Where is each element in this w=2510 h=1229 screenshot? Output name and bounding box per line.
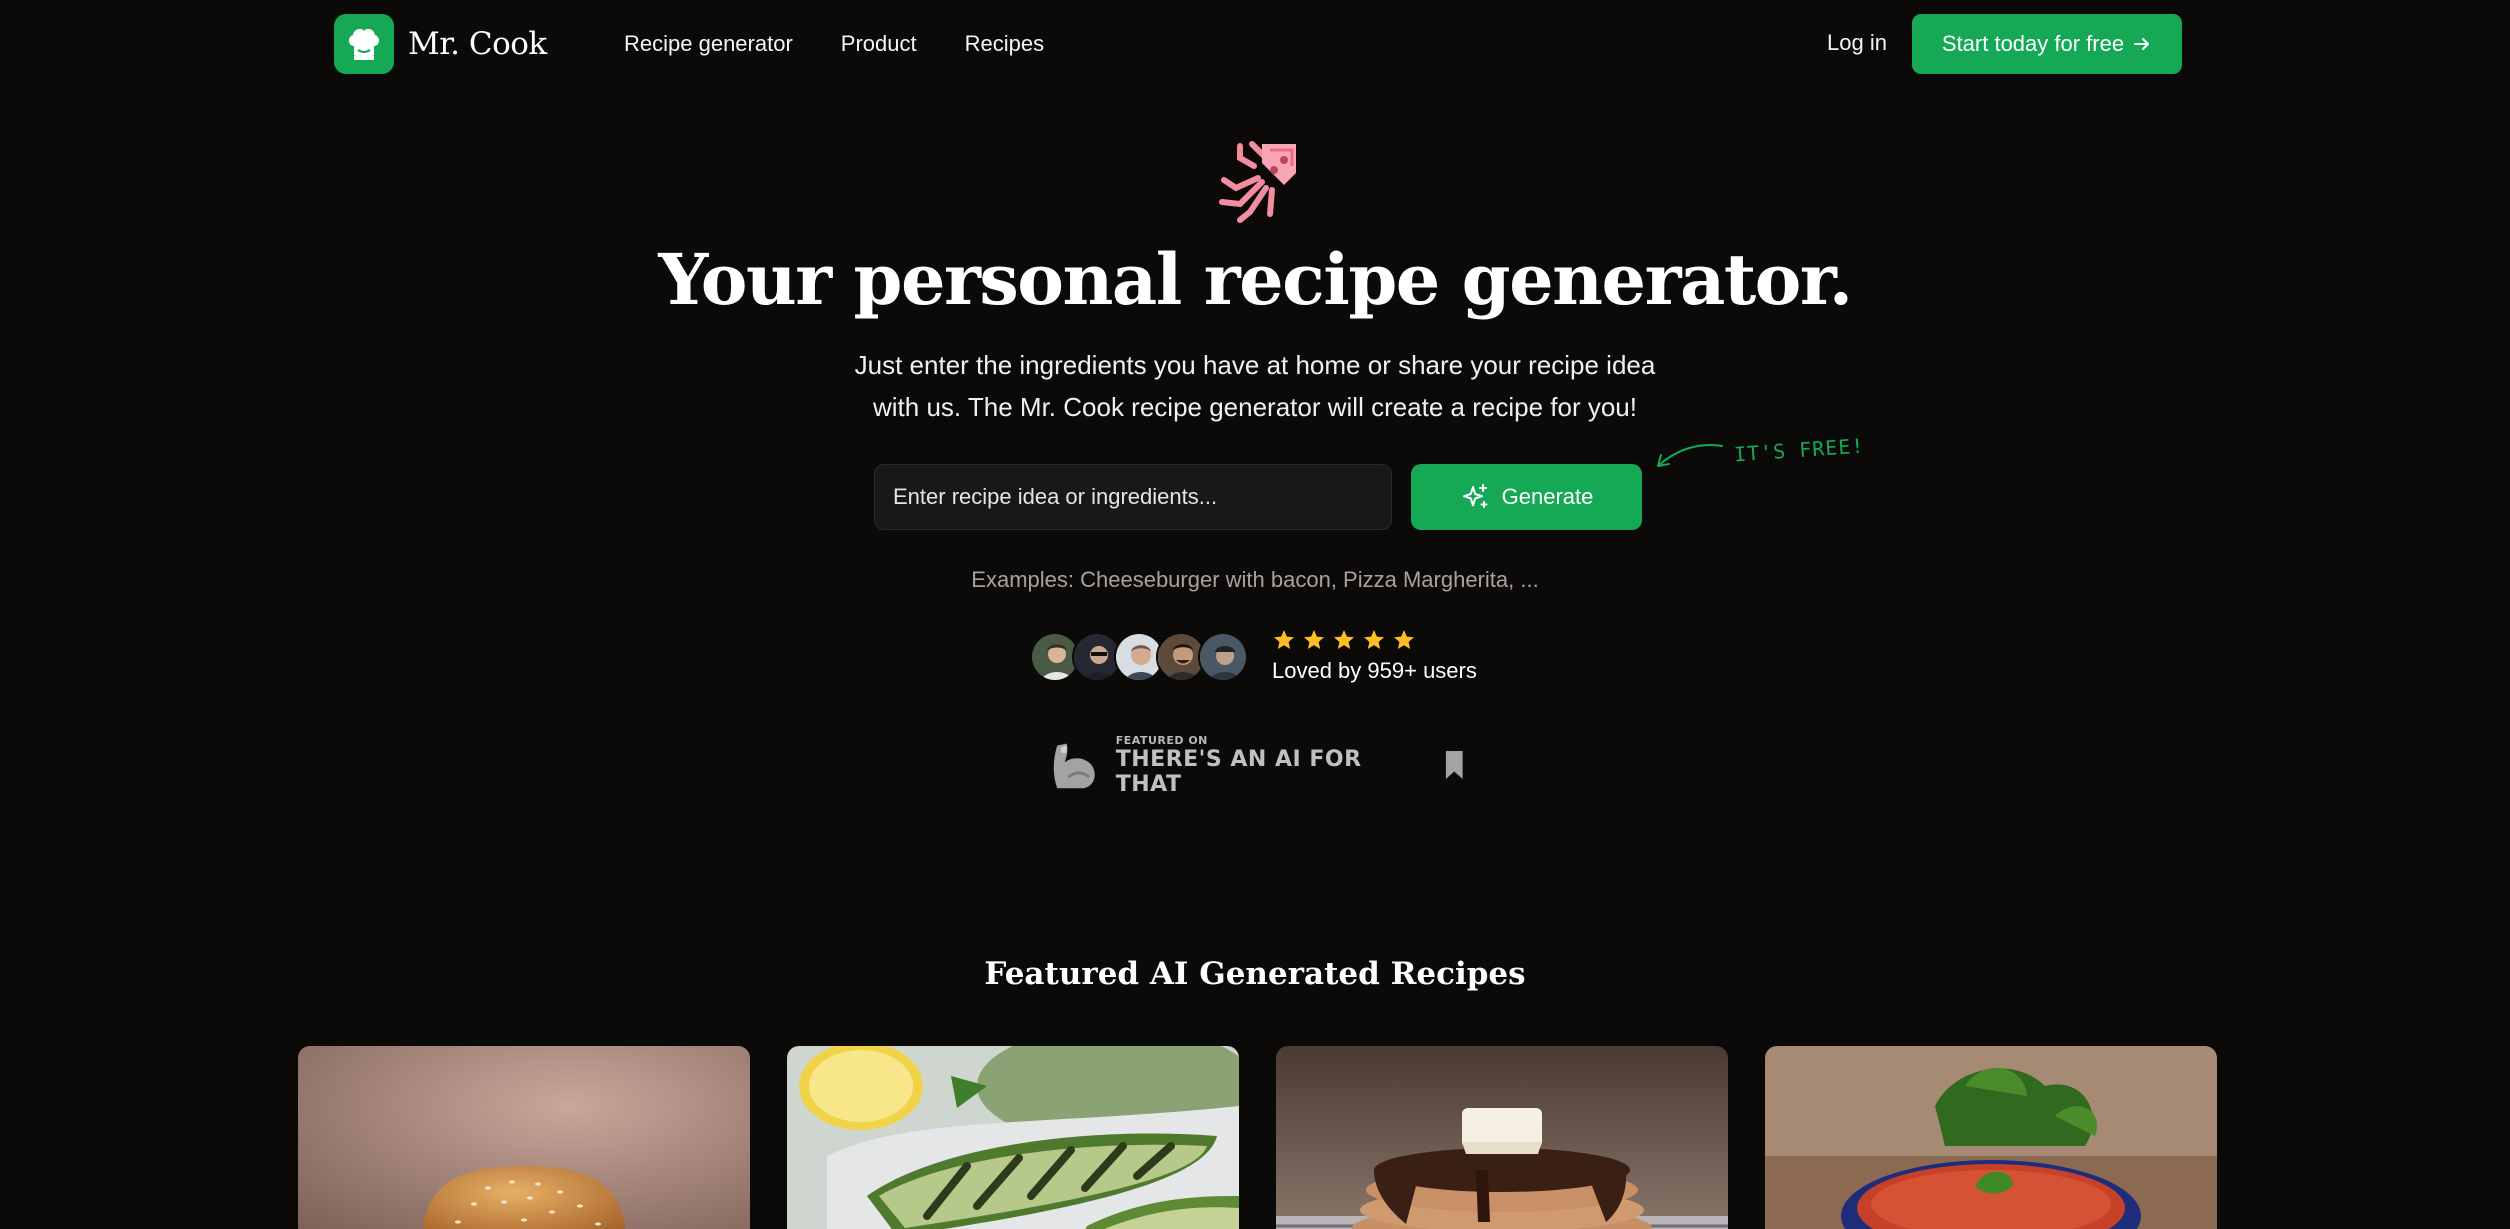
recipe-card-grilled-zucchini[interactable] [787,1046,1239,1229]
hero-title: Your personal recipe generator. [658,238,1853,321]
chocolate-pancakes-image [1276,1046,1728,1229]
start-free-button[interactable]: Start today for free [1912,14,2182,74]
nav-link-product[interactable]: Product [841,31,917,57]
curved-arrow-icon [1657,444,1723,467]
star-icon [1334,630,1354,649]
star-icon [1274,630,1294,649]
page: Mr. Cook Recipe generator Product Recipe… [0,0,2510,1229]
star-rating [1272,628,1477,652]
nav-link-recipes[interactable]: Recipes [965,31,1044,57]
recipe-card-tomato-sauce[interactable] [1765,1046,2217,1229]
recipe-idea-input[interactable] [874,464,1392,530]
featured-on-text: FEATURED ON THERE'S AN AI FOR THAT [1116,734,1414,797]
hero-subtitle: Just enter the ingredients you have at h… [854,350,1656,422]
star-icon [1364,630,1384,649]
login-link[interactable]: Log in [1827,30,1887,56]
free-note: IT'S FREE! [1733,433,1866,467]
bookmark-icon [1445,751,1463,779]
sparkles-icon [1462,484,1488,508]
user-avatars [1030,632,1248,682]
avatar [1198,632,1248,682]
recipe-card-cheeseburger[interactable] [298,1046,750,1229]
brand-name: Mr. Cook [408,26,547,62]
squid-icon [1210,130,1306,227]
flexed-arm-icon [1053,743,1095,789]
star-icon [1304,630,1324,649]
grilled-zucchini-image [787,1046,1239,1229]
featured-on-label: FEATURED ON [1115,733,1208,747]
featured-recipes-title: Featured AI Generated Recipes [984,956,1526,992]
nav-links: Recipe generator Product Recipes [624,0,1044,88]
generate-label: Generate [1501,484,1594,509]
loved-by-text: Loved by 959+ users [1272,658,1477,683]
tomato-sauce-image [1765,1046,2217,1229]
top-nav: Mr. Cook Recipe generator Product Recipe… [0,0,2510,88]
theres-an-ai-for-that-label: THERE'S AN AI FOR THAT [1115,746,1362,797]
cheeseburger-image [298,1046,750,1229]
start-free-label: Start today for free [1941,31,2125,56]
brand-logo[interactable]: Mr. Cook [334,14,547,74]
examples-text: Examples: Cheeseburger with bacon, Pizza… [971,567,1539,592]
featured-on-badge[interactable]: FEATURED ON THERE'S AN AI FOR THAT [1048,732,1464,798]
generate-button[interactable]: Generate [1411,464,1642,530]
chef-hat-icon [334,14,394,74]
nav-link-recipe-generator[interactable]: Recipe generator [624,31,793,57]
arrow-right-icon [2134,38,2150,50]
recipe-card-chocolate-pancakes[interactable] [1276,1046,1728,1229]
star-icon [1394,630,1414,649]
rating: Loved by 959+ users [1272,628,1477,684]
